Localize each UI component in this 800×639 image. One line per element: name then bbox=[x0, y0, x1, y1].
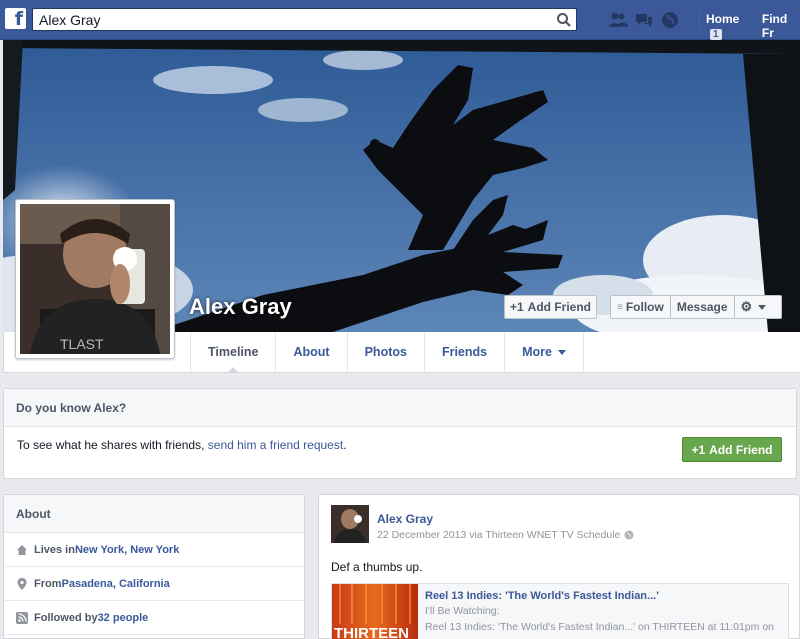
profile-photo-image: TLAST bbox=[20, 204, 170, 354]
friend-requests-icon[interactable] bbox=[608, 10, 628, 30]
profile-picture[interactable]: TLAST bbox=[15, 199, 175, 359]
home-link[interactable]: Home 1 bbox=[706, 12, 752, 40]
facebook-logo[interactable]: f bbox=[5, 8, 26, 30]
tab-more-label: More bbox=[522, 345, 552, 359]
know-body: To see what he shares with friends, send… bbox=[4, 427, 796, 463]
nav-divider bbox=[699, 12, 700, 28]
tab-friends[interactable]: Friends bbox=[425, 332, 506, 372]
post-avatar[interactable] bbox=[331, 505, 369, 543]
add-friend-button[interactable]: +1 Add Friend bbox=[504, 295, 597, 319]
post-meta-text: 22 December 2013 via Thirteen WNET TV Sc… bbox=[377, 529, 621, 541]
know-title: Do you know Alex? bbox=[4, 389, 796, 427]
know-box: Do you know Alex? To see what he shares … bbox=[3, 388, 797, 479]
svg-text:TLAST: TLAST bbox=[60, 336, 104, 352]
timeline-post: Alex Gray 22 December 2013 via Thirteen … bbox=[318, 494, 800, 639]
send-friend-request-link[interactable]: send him a friend request bbox=[208, 438, 343, 452]
shared-link-thumbnail: THIRTEEN bbox=[332, 584, 418, 639]
shared-link-description: Reel 13 Indies: 'The World's Fastest Ind… bbox=[425, 621, 774, 633]
top-bar: f Home 1 Find Fr bbox=[0, 0, 800, 40]
add-friend-icon: +1 bbox=[509, 300, 524, 314]
about-row-label: Lives in bbox=[34, 543, 75, 556]
search-input[interactable] bbox=[33, 9, 543, 30]
messages-icon[interactable] bbox=[634, 10, 654, 30]
home-icon bbox=[17, 544, 27, 555]
jewel-group bbox=[608, 10, 680, 30]
follow-button[interactable]: ≡ Follow bbox=[611, 296, 671, 318]
tab-more[interactable]: More bbox=[505, 332, 584, 372]
gear-icon: ⚙ bbox=[740, 299, 753, 314]
chevron-down-icon bbox=[557, 349, 566, 355]
know-text-end: . bbox=[343, 438, 347, 452]
add-friend-green-label: Add Friend bbox=[709, 442, 773, 457]
search-icon[interactable] bbox=[556, 12, 572, 28]
shared-link-card[interactable]: THIRTEEN Reel 13 Indies: 'The World's Fa… bbox=[331, 583, 789, 639]
notifications-globe-icon[interactable] bbox=[660, 10, 680, 30]
tab-timeline[interactable]: Timeline bbox=[191, 332, 277, 373]
add-friend-icon: +1 bbox=[691, 442, 706, 457]
shared-link-title[interactable]: Reel 13 Indies: 'The World's Fastest Ind… bbox=[425, 590, 659, 602]
post-author[interactable]: Alex Gray bbox=[377, 512, 433, 526]
lives-in-link[interactable]: New York, New York bbox=[75, 544, 179, 556]
chevron-down-icon bbox=[758, 304, 767, 310]
message-label: Message bbox=[676, 300, 728, 314]
profile-actions: ≡ Follow Message ⚙ bbox=[610, 295, 782, 319]
find-friends-link[interactable]: Find Fr bbox=[762, 12, 800, 40]
know-text: To see what he shares with friends, bbox=[17, 438, 208, 452]
shared-link-subtitle: I'll Be Watching: bbox=[425, 605, 500, 617]
about-box: About Lives in New York, New York From P… bbox=[3, 494, 305, 639]
profile-name[interactable]: Alex Gray bbox=[189, 294, 292, 320]
search-box bbox=[32, 8, 577, 31]
public-globe-icon bbox=[624, 530, 634, 540]
post-meta: 22 December 2013 via Thirteen WNET TV Sc… bbox=[377, 529, 634, 541]
tab-photos[interactable]: Photos bbox=[348, 332, 425, 372]
home-label: Home bbox=[706, 12, 740, 26]
add-friend-label: Add Friend bbox=[527, 300, 591, 314]
follow-label: Follow bbox=[625, 300, 664, 314]
nav-links: Home 1 Find Fr bbox=[706, 12, 800, 40]
about-row-label: From bbox=[34, 577, 62, 590]
follow-rss-icon: ≡ bbox=[617, 301, 623, 313]
settings-dropdown[interactable]: ⚙ bbox=[735, 296, 773, 318]
add-friend-green-button[interactable]: +1 Add Friend bbox=[682, 437, 782, 462]
message-button[interactable]: Message bbox=[671, 296, 735, 318]
about-lives-in: Lives in New York, New York bbox=[4, 533, 304, 567]
profile-tabs: Timeline About Photos Friends More bbox=[190, 332, 584, 373]
location-pin-icon bbox=[17, 577, 27, 590]
from-link[interactable]: Pasadena, California bbox=[62, 578, 170, 590]
followers-icon bbox=[16, 611, 28, 624]
thumbnail-wordmark: THIRTEEN bbox=[334, 625, 409, 639]
about-title: About bbox=[4, 495, 304, 533]
followers-link[interactable]: 32 people bbox=[98, 612, 149, 624]
post-text: Def a thumbs up. bbox=[331, 560, 423, 574]
home-count-badge: 1 bbox=[710, 29, 722, 40]
about-from: From Pasadena, California bbox=[4, 567, 304, 601]
about-row-label: Followed by bbox=[34, 611, 98, 624]
about-followers: Followed by 32 people bbox=[4, 601, 304, 635]
tab-about[interactable]: About bbox=[276, 332, 348, 372]
